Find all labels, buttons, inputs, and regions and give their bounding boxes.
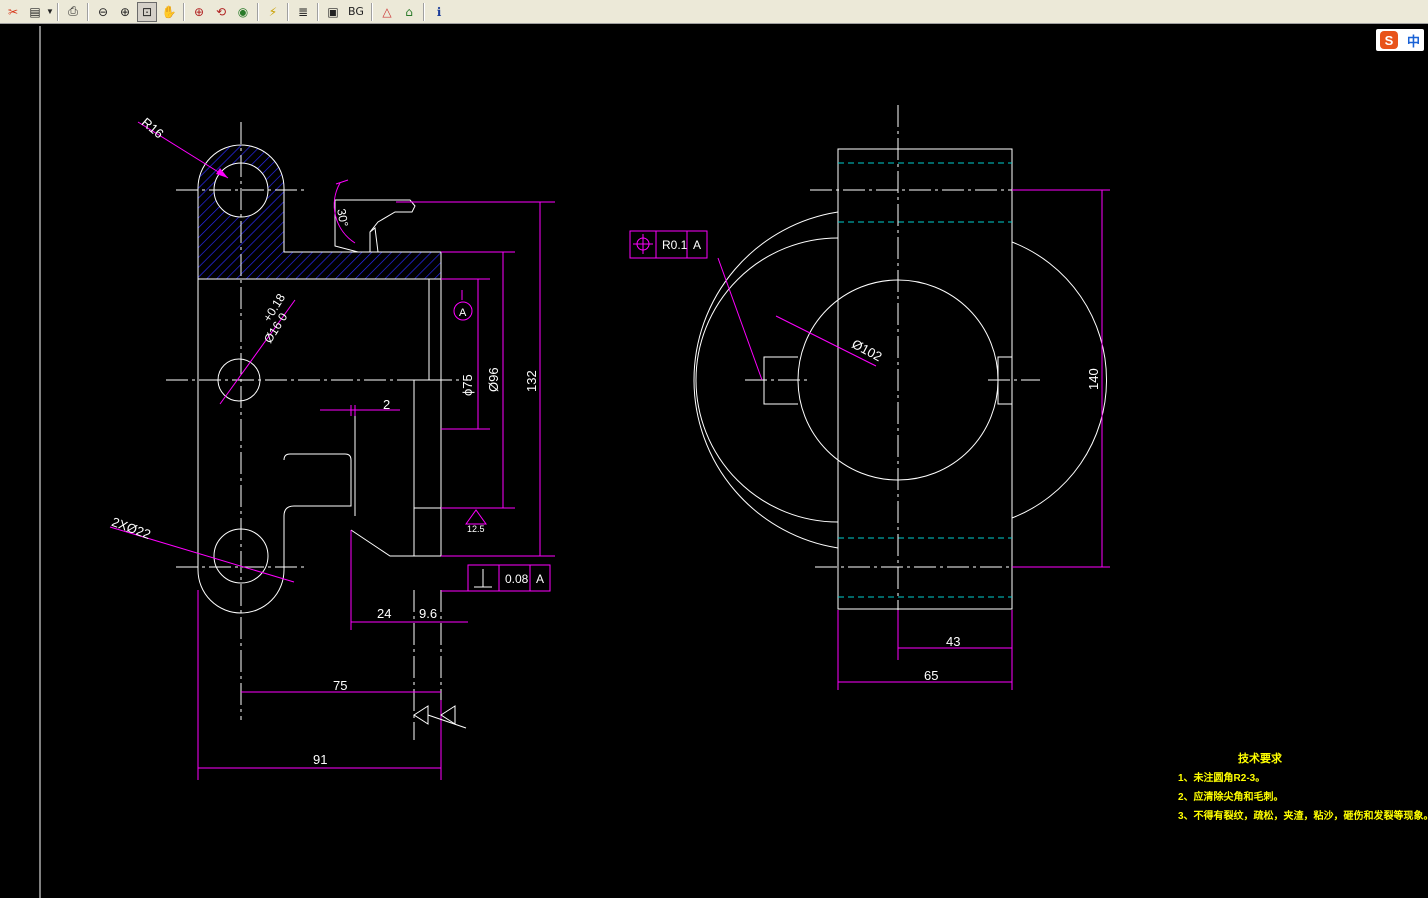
toolbar-separator <box>287 2 289 21</box>
side-hidden-lines <box>838 162 1012 598</box>
toolbar-separator <box>57 2 59 21</box>
front-dim-labels: R16 +0.18 Ø16 0 30° A ϕ75 Ø96 132 2 12.5… <box>110 114 544 767</box>
dim-angle: 30° <box>334 208 351 228</box>
notes-item-1: 1、未注圆角R2-3。 <box>1178 771 1265 784</box>
info-icon[interactable]: ℹ <box>429 2 449 22</box>
side-dimensions <box>629 189 1110 690</box>
dim-75: 75 <box>333 678 347 693</box>
stack-icon[interactable]: ≣ <box>293 2 313 22</box>
position-datum: A <box>693 238 701 252</box>
dim-65: 65 <box>924 668 938 683</box>
dim-phi96: Ø96 <box>486 367 501 392</box>
position-value: R0.1 <box>662 238 688 252</box>
datum-flags <box>413 705 467 729</box>
dim-24: 24 <box>377 606 391 621</box>
zoom-window-icon[interactable]: ⊡ <box>137 1 157 22</box>
notes-item-2: 2、应清除尖角和毛刺。 <box>1178 790 1284 803</box>
datum-a-label: A <box>459 307 467 319</box>
dim-phi102: Ø102 <box>849 336 884 364</box>
zoom-in-icon[interactable]: ⊕ <box>115 2 135 22</box>
dim-91: 91 <box>313 752 327 767</box>
home-icon[interactable]: ⌂ <box>399 2 419 22</box>
perp-symbol <box>474 569 492 588</box>
perp-value: 0.08 <box>505 572 529 586</box>
notes-title: 技术要求 <box>1238 751 1283 765</box>
dim-2: 2 <box>383 397 390 412</box>
view-eye-icon[interactable]: ◉ <box>233 2 253 22</box>
toolbar-separator <box>87 2 89 21</box>
front-view <box>197 144 442 614</box>
print-icon[interactable]: ⎙ <box>63 2 83 22</box>
layers-icon[interactable]: ⚡ <box>263 2 283 22</box>
zoom-realtime-icon[interactable]: ⟲ <box>211 2 231 22</box>
technical-notes: 技术要求 1、未注圆角R2-3。 2、应清除尖角和毛刺。 3、不得有裂纹，疏松，… <box>1178 751 1428 822</box>
bore-strip <box>413 379 442 509</box>
chevron-down-icon[interactable]: ▼ <box>46 7 54 16</box>
dim-9-6: 9.6 <box>419 606 437 621</box>
toolbar-separator <box>317 2 319 21</box>
side-dim-labels: R0.1 A Ø102 140 43 65 <box>662 238 1101 683</box>
pan-icon[interactable]: ✋ <box>159 2 179 22</box>
surface-roughness: 12.5 <box>467 524 485 534</box>
side-body <box>837 148 1013 610</box>
dim-phi75: ϕ75 <box>460 374 475 396</box>
open-icon[interactable]: ✂ <box>3 2 23 22</box>
frame-icon[interactable]: ▣ <box>323 2 343 22</box>
notes-item-3: 3、不得有裂纹，疏松，夹渣，粘沙，砸伤和发裂等现象。 <box>1178 809 1428 822</box>
toolbar: ✂ ▤ ▼ ⎙ ⊖ ⊕ ⊡ ✋ ⊕ ⟲ ◉ ⚡ ≣ ▣ BG △ ⌂ ℹ <box>0 0 1428 24</box>
toolbar-separator <box>371 2 373 21</box>
side-centerlines <box>745 105 1040 650</box>
dim-43: 43 <box>946 634 960 649</box>
drawing-canvas[interactable]: R16 +0.18 Ø16 0 30° A ϕ75 Ø96 132 2 12.5… <box>0 24 1428 898</box>
pages-icon[interactable]: ▤ <box>25 2 45 22</box>
toolbar-separator <box>183 2 185 21</box>
dim-140: 140 <box>1086 368 1101 390</box>
zoom-extents-icon[interactable]: ⊕ <box>189 2 209 22</box>
background-button[interactable]: BG <box>345 2 367 22</box>
toolbar-separator <box>423 2 425 21</box>
dim-132: 132 <box>524 370 539 392</box>
side-view <box>693 148 1108 610</box>
perp-datum: A <box>536 572 544 586</box>
zoom-out-icon[interactable]: ⊖ <box>93 2 113 22</box>
dim-holes: 2XØ22 <box>110 514 153 542</box>
measure-icon[interactable]: △ <box>377 2 397 22</box>
toolbar-separator <box>257 2 259 21</box>
